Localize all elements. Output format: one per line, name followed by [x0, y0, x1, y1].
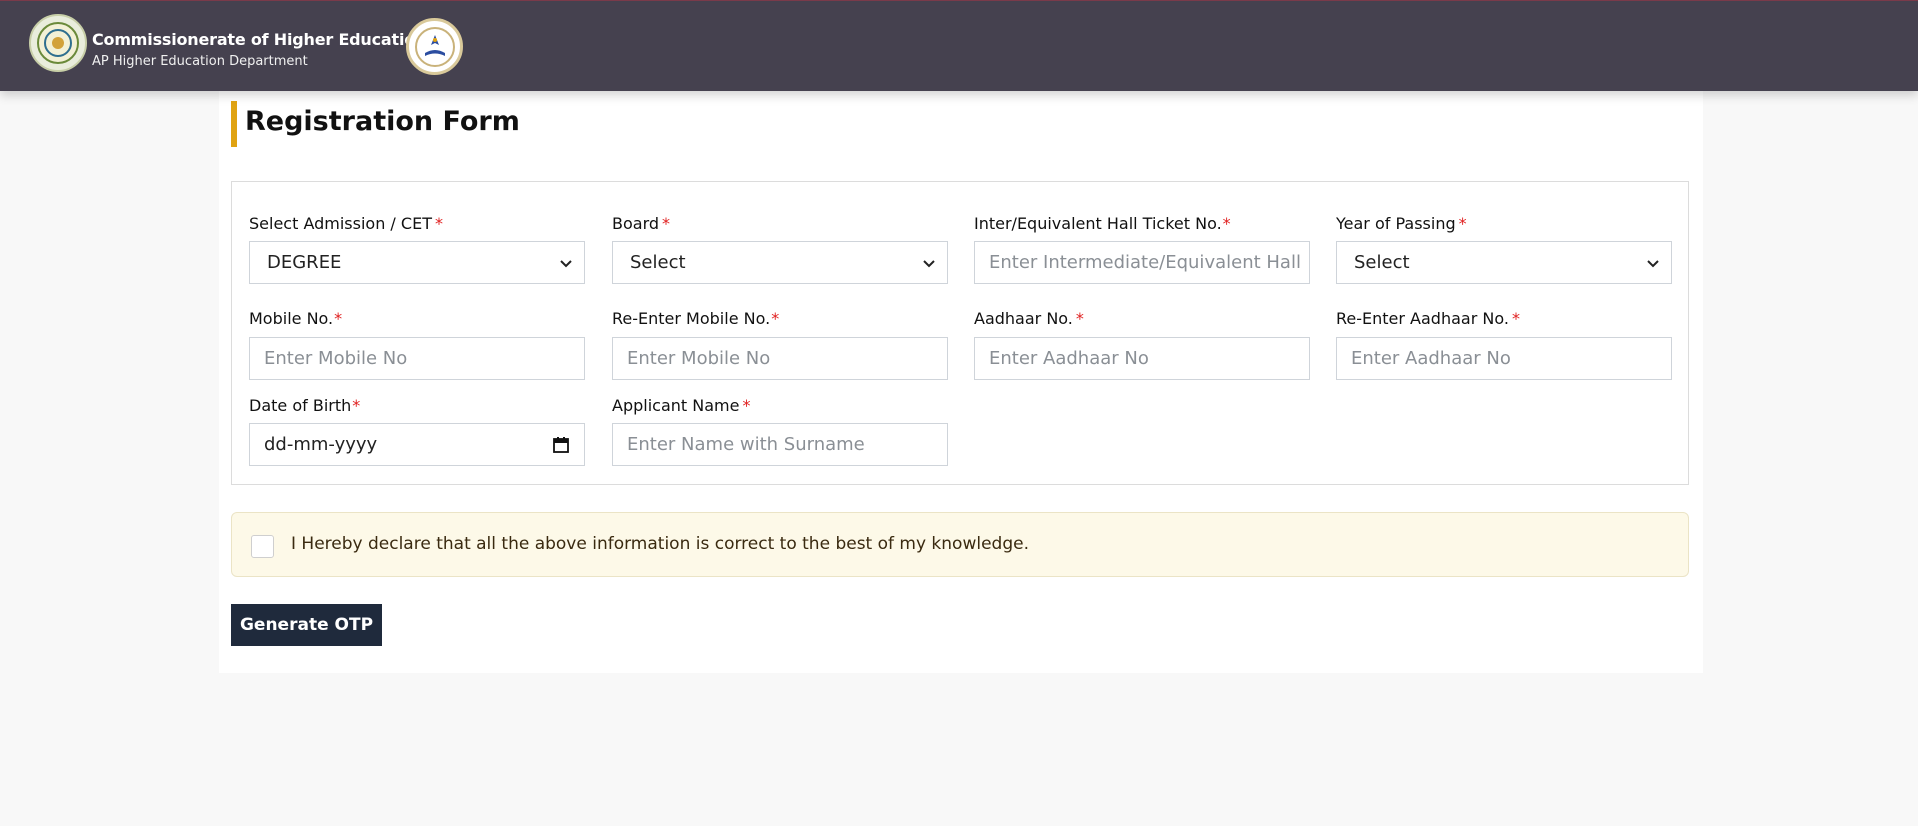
mobile-input[interactable]: Enter Mobile No	[249, 337, 585, 380]
year-of-passing-select[interactable]: Select	[1336, 241, 1672, 284]
chevron-down-icon	[560, 260, 572, 268]
applicant-name-label: Applicant Name *	[612, 396, 751, 415]
admission-label: Select Admission / CET *	[249, 214, 443, 233]
aadhaar-placeholder: Enter Aadhaar No	[989, 348, 1149, 369]
mobile-placeholder: Enter Mobile No	[264, 348, 408, 369]
applicant-name-placeholder: Enter Name with Surname	[627, 434, 865, 455]
mobile-confirm-input[interactable]: Enter Mobile No	[612, 337, 948, 380]
board-label: Board *	[612, 214, 671, 233]
board-select[interactable]: Select	[612, 241, 948, 284]
mobile-label: Mobile No.*	[249, 309, 343, 328]
applicant-name-input[interactable]: Enter Name with Surname	[612, 423, 948, 466]
title-accent-bar	[231, 101, 237, 147]
dob-input[interactable]: dd-mm-yyyy	[249, 423, 585, 466]
page-title: Registration Form	[245, 106, 520, 137]
header-title: Commissionerate of Higher Education	[92, 30, 427, 49]
ap-emblem-logo	[29, 14, 87, 72]
board-value: Select	[630, 252, 686, 273]
hall-ticket-placeholder: Enter Intermediate/Equivalent Hall	[989, 252, 1301, 273]
declaration-checkbox[interactable]	[251, 535, 274, 558]
dob-label: Date of Birth*	[249, 396, 361, 415]
dob-placeholder: dd-mm-yyyy	[264, 434, 378, 455]
admission-value: DEGREE	[267, 252, 342, 273]
year-of-passing-value: Select	[1354, 252, 1410, 273]
declaration-box: I Hereby declare that all the above info…	[231, 512, 1689, 577]
site-header: Commissionerate of Higher Education AP H…	[0, 0, 1918, 91]
admission-select[interactable]: DEGREE	[249, 241, 585, 284]
hall-ticket-label: Inter/Equivalent Hall Ticket No.*	[974, 214, 1231, 233]
year-of-passing-label: Year of Passing *	[1336, 214, 1467, 233]
header-subtitle: AP Higher Education Department	[92, 54, 308, 69]
calendar-icon[interactable]	[552, 436, 570, 454]
che-logo	[406, 18, 463, 75]
chevron-down-icon	[923, 260, 935, 268]
aadhaar-confirm-input[interactable]: Enter Aadhaar No	[1336, 337, 1672, 380]
aadhaar-confirm-placeholder: Enter Aadhaar No	[1351, 348, 1511, 369]
aadhaar-label: Aadhaar No. *	[974, 309, 1084, 328]
generate-otp-button[interactable]: Generate OTP	[231, 604, 382, 646]
chevron-down-icon	[1647, 260, 1659, 268]
aadhaar-input[interactable]: Enter Aadhaar No	[974, 337, 1310, 380]
mobile-confirm-placeholder: Enter Mobile No	[627, 348, 771, 369]
hall-ticket-input[interactable]: Enter Intermediate/Equivalent Hall	[974, 241, 1310, 284]
mobile-confirm-label: Re-Enter Mobile No.*	[612, 309, 780, 328]
declaration-text: I Hereby declare that all the above info…	[291, 534, 1029, 554]
aadhaar-confirm-label: Re-Enter Aadhaar No. *	[1336, 309, 1520, 328]
